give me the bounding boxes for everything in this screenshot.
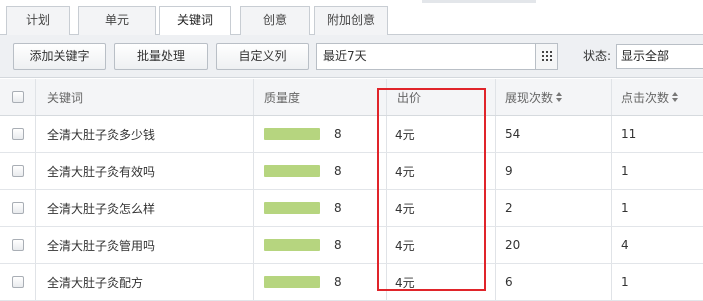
date-range-field[interactable]: 最近7天 bbox=[316, 43, 558, 70]
header-quality: 质量度 bbox=[264, 90, 301, 105]
quality-bar-fill bbox=[264, 276, 320, 288]
grid-icon bbox=[542, 51, 552, 61]
keyword-cell[interactable]: 全清大肚子灸管用吗 bbox=[47, 227, 155, 263]
status-label: 状态: bbox=[583, 49, 612, 63]
date-range-value: 最近7天 bbox=[323, 49, 367, 63]
quality-cell: 8 bbox=[264, 190, 342, 226]
sort-icon[interactable] bbox=[672, 91, 679, 103]
quality-value: 8 bbox=[334, 164, 342, 178]
header-bid: 出价 bbox=[397, 90, 422, 105]
tab-keywords[interactable]: 关键词 bbox=[159, 6, 231, 36]
header-impressions-label: 展现次数 bbox=[505, 90, 554, 105]
sort-icon[interactable] bbox=[556, 91, 563, 103]
add-keyword-button[interactable]: 添加关键字 bbox=[13, 43, 106, 70]
clicks-cell: 11 bbox=[621, 127, 637, 141]
impressions-cell: 9 bbox=[505, 164, 513, 178]
tab-bar: 计划 单元 关键词 创意 附加创意 bbox=[0, 0, 703, 36]
quality-bar bbox=[264, 276, 334, 288]
table-header: 关键词 质量度 出价 展现次数 点击次数 bbox=[0, 79, 703, 116]
keyword-cell[interactable]: 全清大肚子灸有效吗 bbox=[47, 153, 155, 189]
quality-bar-fill bbox=[264, 128, 320, 140]
bid-cell[interactable]: 4元 bbox=[395, 190, 415, 226]
row-checkbox[interactable] bbox=[12, 202, 24, 214]
impressions-cell: 54 bbox=[505, 127, 521, 141]
header-impressions[interactable]: 展现次数 bbox=[505, 79, 563, 115]
bid-cell[interactable]: 4元 bbox=[395, 264, 415, 300]
impressions-cell: 6 bbox=[505, 275, 513, 289]
quality-bar bbox=[264, 165, 334, 177]
select-all-checkbox[interactable] bbox=[12, 91, 24, 103]
quality-cell: 8 bbox=[264, 264, 342, 300]
table-row: 全清大肚子灸管用吗 8 4元 20 4 bbox=[0, 227, 703, 264]
clicks-cell: 4 bbox=[621, 238, 629, 252]
keyword-cell[interactable]: 全清大肚子灸怎么样 bbox=[47, 190, 155, 226]
quality-bar-fill bbox=[264, 239, 320, 251]
quality-cell: 8 bbox=[264, 153, 342, 189]
quality-value: 8 bbox=[334, 127, 342, 141]
header-clicks[interactable]: 点击次数 bbox=[621, 79, 679, 115]
keyword-cell[interactable]: 全清大肚子灸多少钱 bbox=[47, 116, 155, 152]
quality-cell: 8 bbox=[264, 116, 342, 152]
clicks-cell: 1 bbox=[621, 164, 629, 178]
custom-columns-button[interactable]: 自定义列 bbox=[216, 43, 309, 70]
quality-bar bbox=[264, 202, 334, 214]
toolbar: 添加关键字 批量处理 自定义列 最近7天 状态: 显示全部 bbox=[0, 35, 703, 78]
status-select[interactable]: 显示全部 bbox=[616, 44, 703, 69]
impressions-cell: 2 bbox=[505, 201, 513, 215]
calendar-button[interactable] bbox=[535, 44, 557, 69]
quality-bar bbox=[264, 239, 334, 251]
quality-value: 8 bbox=[334, 201, 342, 215]
select-all-cell bbox=[12, 79, 24, 115]
table-row: 全清大肚子灸多少钱 8 4元 54 11 bbox=[0, 116, 703, 153]
header-clicks-label: 点击次数 bbox=[621, 90, 670, 105]
bid-cell[interactable]: 4元 bbox=[395, 116, 415, 152]
clicks-cell: 1 bbox=[621, 201, 629, 215]
keyword-cell[interactable]: 全清大肚子灸配方 bbox=[47, 264, 143, 300]
table-row: 全清大肚子灸有效吗 8 4元 9 1 bbox=[0, 153, 703, 190]
batch-process-button[interactable]: 批量处理 bbox=[114, 43, 208, 70]
tab-unit[interactable]: 单元 bbox=[78, 6, 156, 35]
header-keyword: 关键词 bbox=[47, 90, 84, 105]
quality-bar-fill bbox=[264, 165, 320, 177]
quality-cell: 8 bbox=[264, 227, 342, 263]
table-row: 全清大肚子灸怎么样 8 4元 2 1 bbox=[0, 190, 703, 227]
clicks-cell: 1 bbox=[621, 275, 629, 289]
bid-cell[interactable]: 4元 bbox=[395, 153, 415, 189]
row-checkbox[interactable] bbox=[12, 276, 24, 288]
tab-extra-creative[interactable]: 附加创意 bbox=[314, 6, 388, 35]
row-checkbox[interactable] bbox=[12, 128, 24, 140]
quality-bar bbox=[264, 128, 334, 140]
impressions-cell: 20 bbox=[505, 238, 521, 252]
top-strip bbox=[422, 0, 536, 3]
tab-creative[interactable]: 创意 bbox=[240, 6, 310, 35]
quality-value: 8 bbox=[334, 275, 342, 289]
tab-plan[interactable]: 计划 bbox=[6, 6, 70, 35]
table-row: 全清大肚子灸配方 8 4元 6 1 bbox=[0, 264, 703, 301]
bid-cell[interactable]: 4元 bbox=[395, 227, 415, 263]
row-checkbox[interactable] bbox=[12, 165, 24, 177]
quality-value: 8 bbox=[334, 238, 342, 252]
row-checkbox[interactable] bbox=[12, 239, 24, 251]
quality-bar-fill bbox=[264, 202, 320, 214]
